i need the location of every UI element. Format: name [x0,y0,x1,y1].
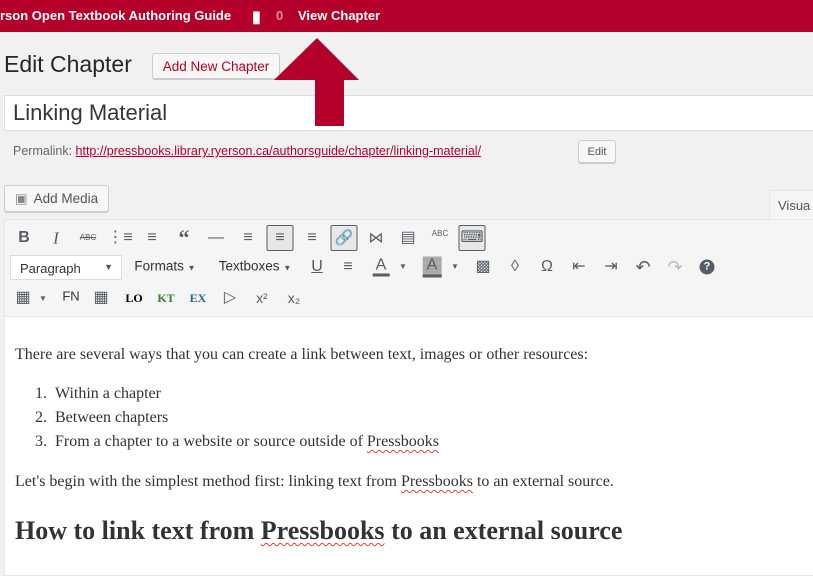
table-icon[interactable]: ▦ [15,290,30,306]
chevron-down-icon[interactable]: ▼ [451,263,459,271]
format-select[interactable]: Paragraph ▼ [10,255,122,280]
kitchen-sink-icon[interactable]: ⌨ [460,230,483,246]
list-item-text: From a chapter to a website or source ou… [55,433,367,450]
numbered-list-icon[interactable]: ≡ [147,230,156,246]
read-more-icon[interactable]: ▤ [400,230,415,246]
list-item: 1. Within a chapter [35,385,161,402]
visual-tab[interactable]: Visua [769,190,813,220]
bold-icon[interactable]: B [18,230,30,246]
comments-count[interactable]: 0 [276,8,283,23]
align-left-icon[interactable]: ≡ [243,230,252,246]
background-color-icon[interactable]: A [422,256,442,278]
text-color-icon[interactable]: A [372,257,390,277]
justify-icon[interactable]: ≡ [343,259,352,275]
chevron-down-icon[interactable]: ▼ [39,295,47,303]
chevron-down-icon: ▼ [283,263,292,273]
list-item-text: Between chapters [55,409,169,426]
exercises-button[interactable]: EX [190,292,207,304]
intro-paragraph: There are several ways that you can crea… [15,346,589,363]
list-item: 2. Between chapters [35,409,169,426]
indent-icon[interactable]: ⇥ [604,259,617,275]
title-input[interactable]: Linking Material [4,95,813,131]
horizontal-rule-icon[interactable]: — [208,230,224,246]
add-new-chapter-button[interactable]: Add New Chapter [152,53,280,79]
admin-bar: rson Open Textbook Authoring Guide ▮ 0 V… [0,0,813,32]
add-media-button[interactable]: ▣ Add Media [4,185,109,212]
list-item: 3. From a chapter to a website or source… [35,433,439,450]
misspelled-word: Pressbooks [260,516,385,545]
grid-icon[interactable]: ▦ [93,290,108,306]
italic-icon[interactable]: I [53,230,59,247]
learning-objectives-button[interactable]: LO [125,292,142,304]
footnote-button[interactable]: FN [62,290,79,303]
underline-icon[interactable]: U [311,259,323,275]
heading-text: How to link text from [15,516,261,545]
strikethrough-icon[interactable]: ABC [80,234,96,242]
section-heading: How to link text from Pressbooks to an e… [15,516,622,546]
paragraph-text: to an external source. [472,473,614,490]
page-title: Edit Chapter [4,51,132,77]
site-title-link[interactable]: rson Open Textbook Authoring Guide [0,8,231,23]
textboxes-label: Textboxes [218,258,280,274]
add-media-label: Add Media [33,191,99,206]
view-chapter-link[interactable]: View Chapter [298,8,380,23]
redo-icon[interactable]: ↷ [667,258,682,276]
comment-icon[interactable]: ▮ [252,7,261,27]
permalink-label: Permalink: [13,144,73,158]
annotation-arrow-icon [274,38,359,126]
link-icon[interactable]: 🔗 [335,231,354,246]
heading-text: to an external source [384,516,623,545]
unlink-icon[interactable]: ⋈ [369,231,384,246]
formats-dropdown[interactable]: Formats ▼ [134,259,195,273]
outdent-icon[interactable]: ⇤ [572,259,585,275]
spellcheck-icon[interactable]: ABC [432,230,448,238]
editor-content[interactable]: There are several ways that you can crea… [4,316,813,576]
editor-toolbar: B I ABC ⋮≡ ≡ “ — ≡ ≡ ≡ 🔗 ⋈ ▤ ABC ⌨ Parag… [4,219,813,317]
list-item-text: Within a chapter [55,385,161,402]
chevron-down-icon: ▼ [104,262,113,272]
key-takeaways-button[interactable]: KT [157,292,174,304]
textboxes-dropdown[interactable]: Textboxes ▼ [219,259,291,273]
help-icon[interactable]: ? [699,259,715,275]
paragraph-text: Let's begin with the simplest method fir… [15,473,401,490]
align-center-icon[interactable]: ≡ [275,230,284,246]
superscript-icon[interactable]: x² [256,291,268,305]
chevron-down-icon: ▼ [187,263,196,273]
undo-icon[interactable]: ↶ [635,258,650,276]
special-character-icon[interactable]: Ω [541,259,553,275]
permalink-row: Permalink: http://pressbooks.library.rye… [13,144,481,158]
misspelled-word: Pressbooks [400,473,473,490]
paste-text-icon[interactable]: ▩ [475,259,490,275]
paragraph: Let's begin with the simplest method fir… [15,473,614,491]
align-right-icon[interactable]: ≡ [307,230,316,246]
media-icon: ▣ [14,190,28,206]
blockquote-icon[interactable]: “ [179,227,190,249]
formats-label: Formats [134,258,184,274]
bookmark-icon[interactable]: ▷ [224,290,236,306]
permalink-url[interactable]: http://pressbooks.library.ryerson.ca/aut… [76,144,482,158]
permalink-edit-button[interactable]: Edit [578,140,616,163]
bullet-list-icon[interactable]: ⋮≡ [107,230,132,246]
format-select-value: Paragraph [20,261,81,276]
clear-formatting-icon[interactable]: ◊ [511,259,519,275]
subscript-icon[interactable]: x₂ [288,291,300,305]
chevron-down-icon[interactable]: ▼ [399,263,407,271]
misspelled-word: Pressbooks [366,433,439,450]
